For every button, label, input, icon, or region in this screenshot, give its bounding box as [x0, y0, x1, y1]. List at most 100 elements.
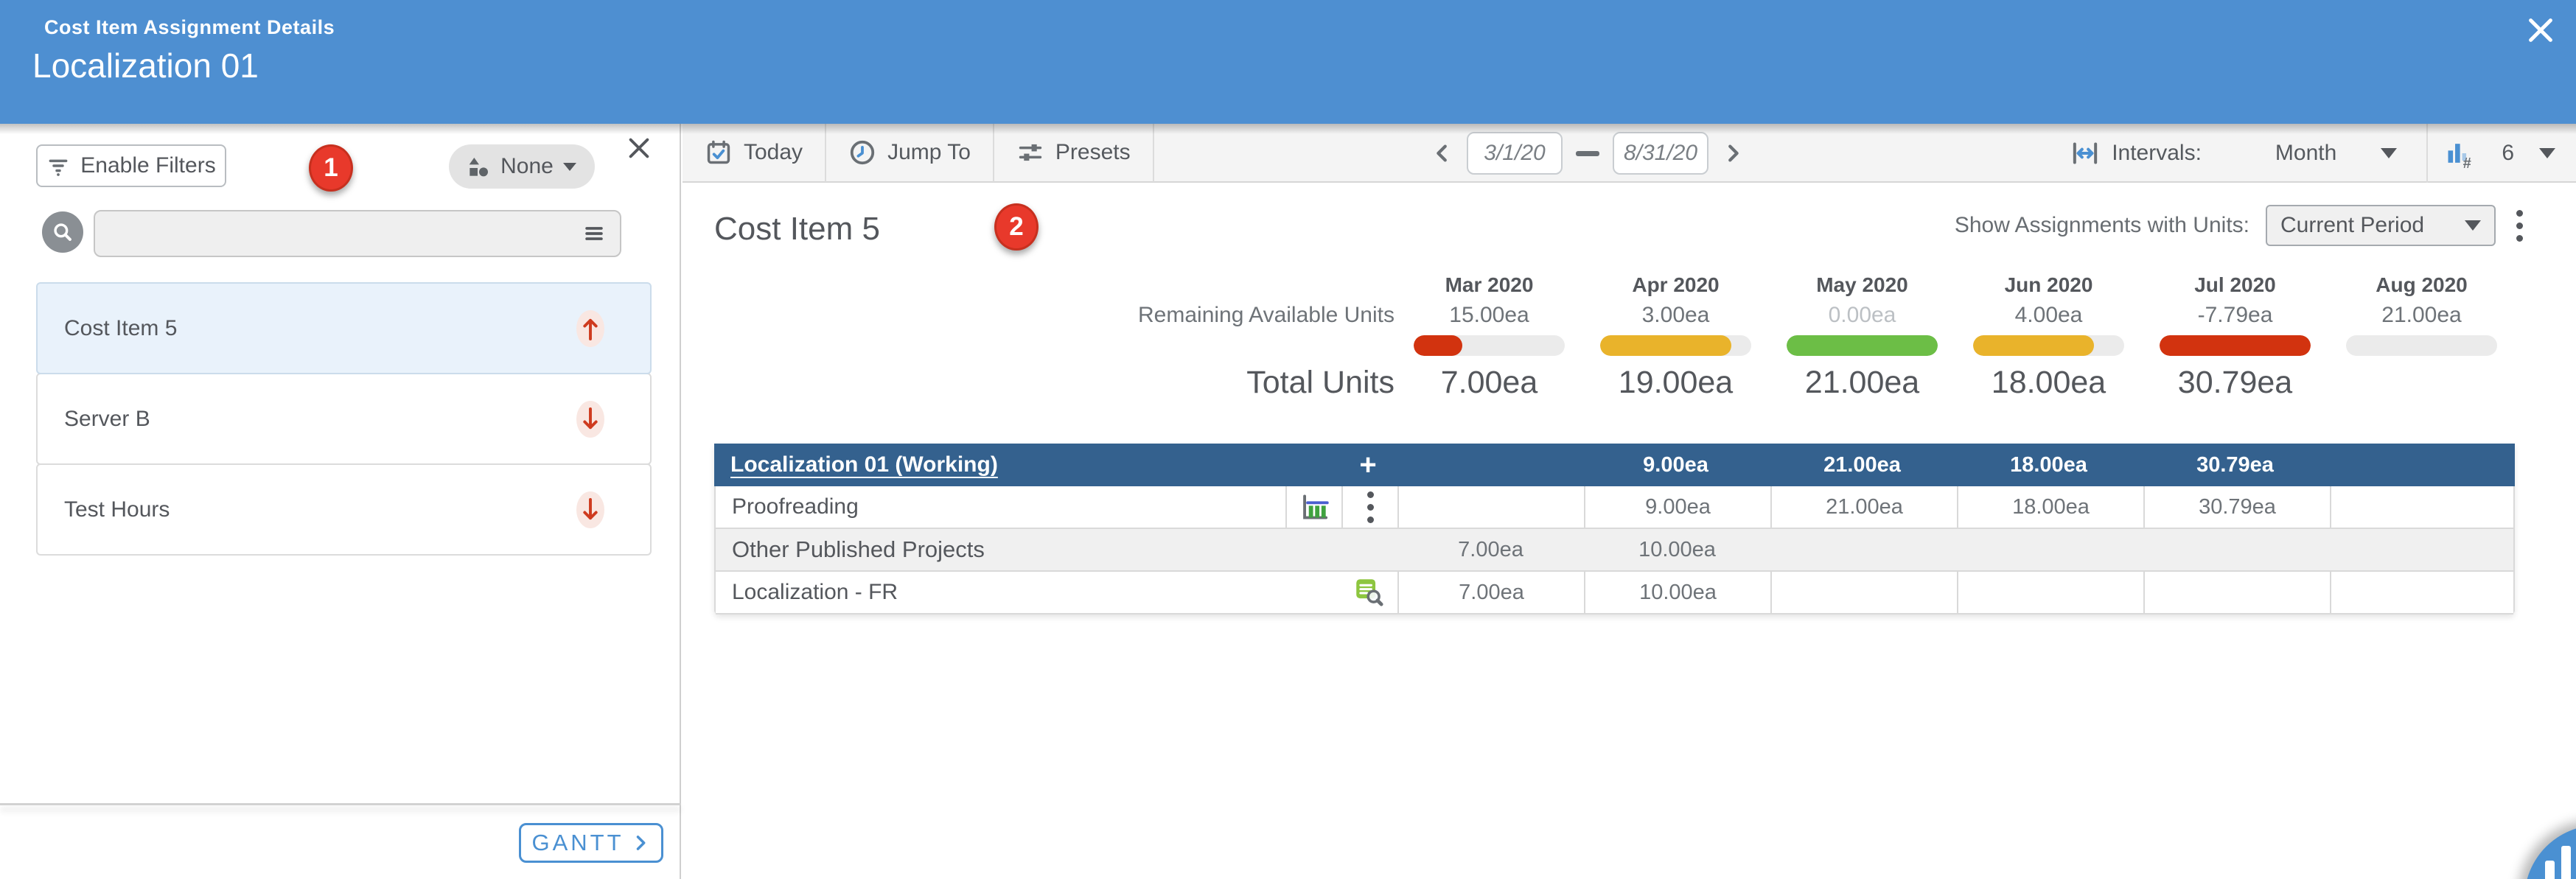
date-from-input[interactable] [1467, 132, 1563, 175]
close-dialog-icon[interactable] [2524, 13, 2558, 47]
show-assignments-select[interactable]: Current Period [2266, 205, 2496, 246]
table-cell[interactable] [1770, 572, 1957, 613]
table-cell[interactable]: 30.79ea [2143, 486, 2330, 528]
remaining-units-value: -7.79ea [2142, 303, 2328, 328]
close-panel-icon[interactable] [624, 133, 655, 164]
bar-count-icon: # [2444, 137, 2476, 169]
chevron-down-icon [563, 163, 576, 171]
capacity-bar [1414, 335, 1565, 356]
search-input[interactable] [95, 221, 582, 246]
chevron-left-icon[interactable] [1431, 140, 1453, 167]
month-label: Jul 2020 [2142, 273, 2328, 297]
annotation-badge-2: 2 [994, 203, 1039, 251]
trend-down-icon [578, 494, 603, 525]
list-item-test-hours[interactable]: Test Hours [36, 463, 652, 556]
today-button[interactable]: Today [683, 124, 825, 181]
annotation-badge-1: 1 [309, 144, 353, 192]
add-assignment-button[interactable]: + [1340, 444, 1396, 486]
trend-badge [576, 401, 604, 438]
table-cell[interactable] [2330, 572, 2516, 613]
table-cell[interactable] [2143, 572, 2330, 613]
chevron-down-icon [2465, 220, 2481, 231]
capacity-bars-row [714, 332, 2515, 360]
capacity-bar [1973, 335, 2124, 356]
toolbar-right-controls: Intervals: Month # 6 [2070, 124, 2576, 183]
table-cell [1770, 529, 1957, 570]
table-cell[interactable] [1397, 486, 1584, 528]
table-cell [2143, 529, 2330, 570]
table-cell: 21.00ea [1769, 444, 1955, 486]
assignment-name[interactable]: Proofreading [716, 486, 1285, 528]
shapes-icon [467, 155, 491, 178]
remaining-units-value: 21.00ea [2328, 303, 2515, 328]
enable-filters-button[interactable]: Enable Filters [36, 144, 226, 187]
search-options-menu-icon[interactable] [582, 221, 607, 246]
document-search-icon[interactable] [1341, 572, 1397, 613]
table-cell[interactable]: 18.00ea [1957, 486, 2143, 528]
table-cell[interactable] [2330, 486, 2516, 528]
jump-to-button[interactable]: Jump To [826, 124, 993, 181]
table-cell[interactable]: 9.00ea [1584, 486, 1770, 528]
chevron-down-icon [2381, 148, 2397, 158]
search-icon[interactable] [42, 211, 83, 253]
search-row [0, 210, 681, 259]
month-label: May 2020 [1769, 273, 1955, 297]
table-cell[interactable]: 7.00ea [1397, 572, 1584, 613]
show-assignments-value: Current Period [2280, 213, 2424, 238]
month-label: Aug 2020 [2328, 273, 2515, 297]
intervals-dropdown[interactable]: Month [2202, 141, 2397, 166]
presets-button[interactable]: Presets [994, 124, 1153, 181]
dialog-breadcrumb: Cost Item Assignment Details [44, 16, 335, 39]
total-units-value: 7.00ea [1396, 365, 1582, 401]
group-by-dropdown[interactable]: None [449, 144, 595, 189]
capacity-bar [1600, 335, 1751, 356]
interval-count-value: 6 [2502, 141, 2514, 166]
date-range-navigator [1431, 124, 1744, 183]
assignment-name[interactable]: Localization - FR [716, 572, 1341, 613]
table-cell[interactable]: 10.00ea [1584, 572, 1770, 613]
assignment-row-proofreading: Proofreading 9.00ea 21.00ea 18.00ea 30.7… [716, 486, 2513, 529]
project-name-link[interactable]: Localization 01 (Working) [714, 444, 1340, 486]
table-cell[interactable] [1957, 572, 2143, 613]
intervals-value: Month [2275, 141, 2336, 166]
total-units-label: Total Units [714, 365, 1396, 401]
list-item-cost-item-5[interactable]: Cost Item 5 [36, 282, 652, 374]
project-header-row: Localization 01 (Working) + 9.00ea 21.00… [714, 444, 2515, 486]
calendar-check-icon [705, 139, 733, 167]
cost-item-assignment-details-dialog: Cost Item Assignment Details Localizatio… [0, 0, 2576, 879]
list-item-server-b[interactable]: Server B [36, 373, 652, 465]
month-header-row: Mar 2020 Apr 2020 May 2020 Jun 2020 Jul … [714, 271, 2515, 299]
other-published-projects-row: Other Published Projects 7.00ea 10.00ea [716, 529, 2513, 572]
detail-title: Cost Item 5 [714, 211, 880, 248]
more-options-menu-icon[interactable] [2512, 207, 2527, 245]
remaining-units-value: 0.00ea [1769, 303, 1955, 328]
group-by-value: None [500, 154, 554, 179]
gantt-label: GANTT [531, 830, 624, 856]
table-cell: 9.00ea [1582, 444, 1769, 486]
filter-icon [46, 154, 70, 178]
chevron-down-icon [2539, 148, 2555, 158]
histogram-icon[interactable] [1285, 486, 1341, 528]
table-cell [1957, 529, 2143, 570]
remaining-units-row: Remaining Available Units 15.00ea 3.00ea… [714, 299, 2515, 332]
table-cell: 18.00ea [1955, 444, 2142, 486]
panel-bottom-divider [0, 803, 681, 805]
table-cell [2328, 444, 2515, 486]
interval-count-dropdown[interactable]: # 6 [2444, 137, 2555, 169]
trend-up-icon [578, 313, 603, 344]
date-to-input[interactable] [1613, 132, 1708, 175]
capacity-bar [2160, 335, 2311, 356]
dialog-header: Cost Item Assignment Details Localizatio… [0, 0, 2576, 124]
availability-summary: Mar 2020 Apr 2020 May 2020 Jun 2020 Jul … [714, 271, 2515, 405]
gantt-button[interactable]: GANTT [519, 823, 663, 863]
table-cell[interactable]: 21.00ea [1770, 486, 1957, 528]
assignments-table: Localization 01 (Working) + 9.00ea 21.00… [714, 444, 2515, 614]
capacity-bar [1787, 335, 1938, 356]
total-units-value: 30.79ea [2142, 365, 2328, 401]
assignment-list-panel: Enable Filters None [0, 124, 681, 879]
chevron-right-icon[interactable] [1722, 140, 1744, 167]
show-assignments-controls: Show Assignments with Units: Current Per… [1955, 205, 2527, 246]
month-label: Jun 2020 [1955, 273, 2142, 297]
row-options-menu-icon[interactable] [1341, 486, 1397, 528]
remaining-units-label: Remaining Available Units [714, 303, 1396, 328]
